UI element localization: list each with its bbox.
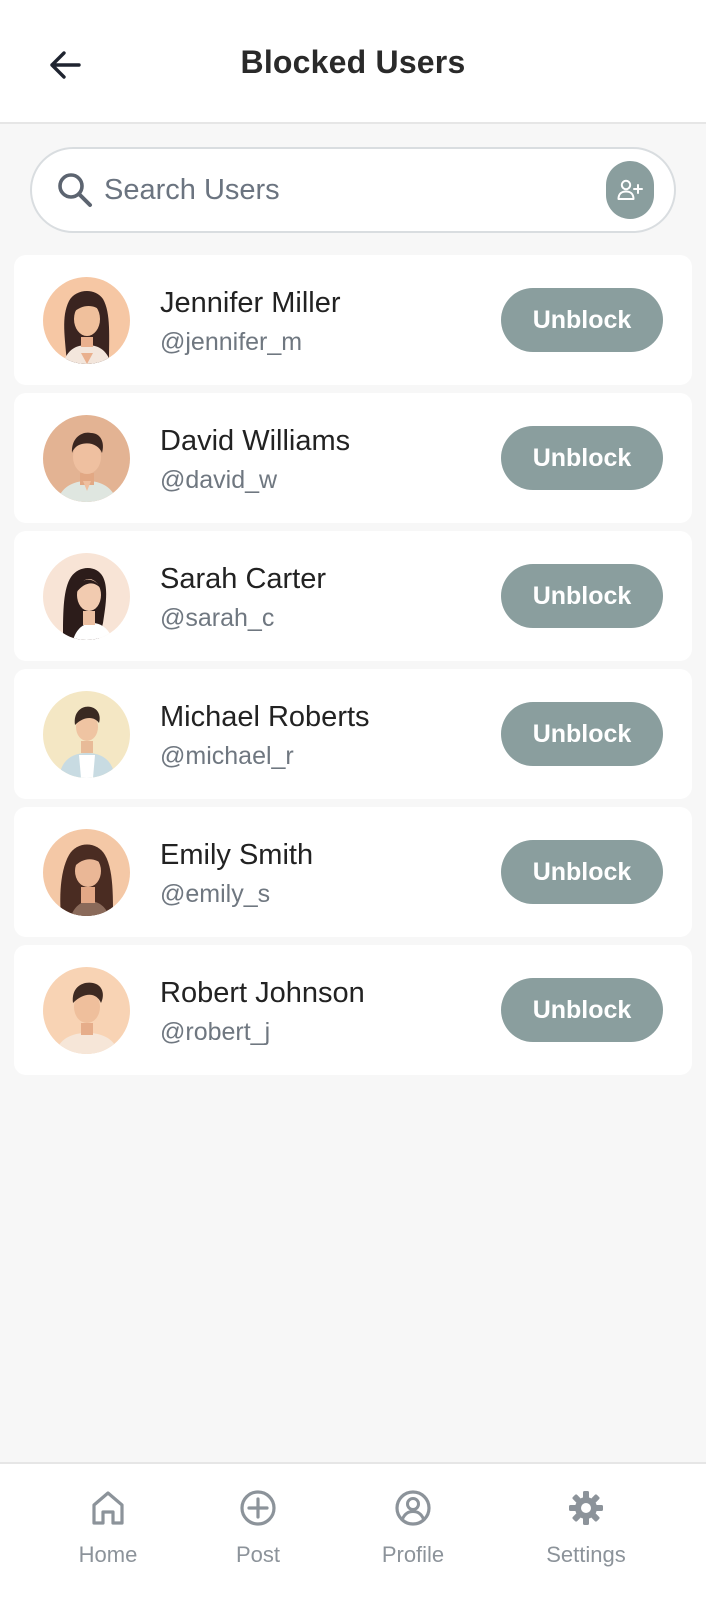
- nav-label: Post: [235, 1542, 281, 1567]
- nav-label: Profile: [381, 1542, 445, 1567]
- list-item: Jennifer Miller @jennifer_m Unblock: [14, 255, 692, 385]
- user-handle: @emily_s: [160, 880, 271, 908]
- list-item: Michael Roberts @michael_r Unblock: [14, 669, 692, 799]
- blocked-users-list: Jennifer Miller @jennifer_m Unblock Davi…: [14, 255, 692, 1083]
- nav-item-profile[interactable]: Profile: [348, 1486, 478, 1586]
- bottom-nav: Home Post Profile Settings: [0, 1462, 706, 1600]
- nav-label: Home: [78, 1542, 138, 1567]
- nav-item-settings[interactable]: Settings: [521, 1486, 651, 1586]
- list-item: David Williams @david_w Unblock: [14, 393, 692, 523]
- avatar: [43, 277, 130, 364]
- user-name: Sarah Carter: [160, 563, 327, 595]
- list-item: Robert Johnson @robert_j Unblock: [14, 945, 692, 1075]
- home-icon: [92, 1491, 124, 1525]
- unblock-button[interactable]: Unblock: [501, 702, 663, 766]
- avatar: [43, 691, 130, 778]
- user-name: Emily Smith: [160, 839, 314, 871]
- blocked-users-screen: Blocked Users Search Users Jennifer Mill…: [0, 0, 706, 1600]
- list-item: Sarah Carter @sarah_c Unblock: [14, 531, 692, 661]
- search-input[interactable]: [104, 163, 584, 217]
- user-handle: @michael_r: [160, 742, 294, 770]
- user-circle-icon: [395, 1490, 431, 1526]
- search-icon: [58, 173, 92, 207]
- unblock-button[interactable]: Unblock: [501, 426, 663, 490]
- add-user-button[interactable]: [606, 161, 654, 219]
- unblock-button[interactable]: Unblock: [501, 288, 663, 352]
- nav-item-home[interactable]: Home: [43, 1486, 173, 1586]
- list-item: Emily Smith @emily_s Unblock: [14, 807, 692, 937]
- user-handle: @sarah_c: [160, 604, 275, 632]
- avatar: [43, 967, 130, 1054]
- nav-item-post[interactable]: Post: [193, 1486, 323, 1586]
- app-header: Blocked Users: [0, 0, 706, 124]
- unblock-button[interactable]: Unblock: [501, 978, 663, 1042]
- user-handle: @david_w: [160, 466, 278, 494]
- plus-circle-icon: [240, 1490, 276, 1526]
- unblock-button[interactable]: Unblock: [501, 840, 663, 904]
- gear-icon: [569, 1491, 603, 1525]
- avatar: [43, 415, 130, 502]
- search-bar: [30, 147, 676, 233]
- user-name: Robert Johnson: [160, 977, 365, 1009]
- user-handle: @jennifer_m: [160, 328, 303, 356]
- avatar: [43, 553, 130, 640]
- unblock-button[interactable]: Unblock: [501, 564, 663, 628]
- user-name: David Williams: [160, 425, 351, 457]
- user-handle: @robert_j: [160, 1018, 271, 1046]
- avatar: [43, 829, 130, 916]
- user-name: Jennifer Miller: [160, 287, 341, 319]
- page-title: Blocked Users: [240, 44, 466, 80]
- nav-label: Settings: [546, 1542, 626, 1567]
- user-name: Michael Roberts: [160, 701, 370, 733]
- person-add-icon: [617, 179, 643, 200]
